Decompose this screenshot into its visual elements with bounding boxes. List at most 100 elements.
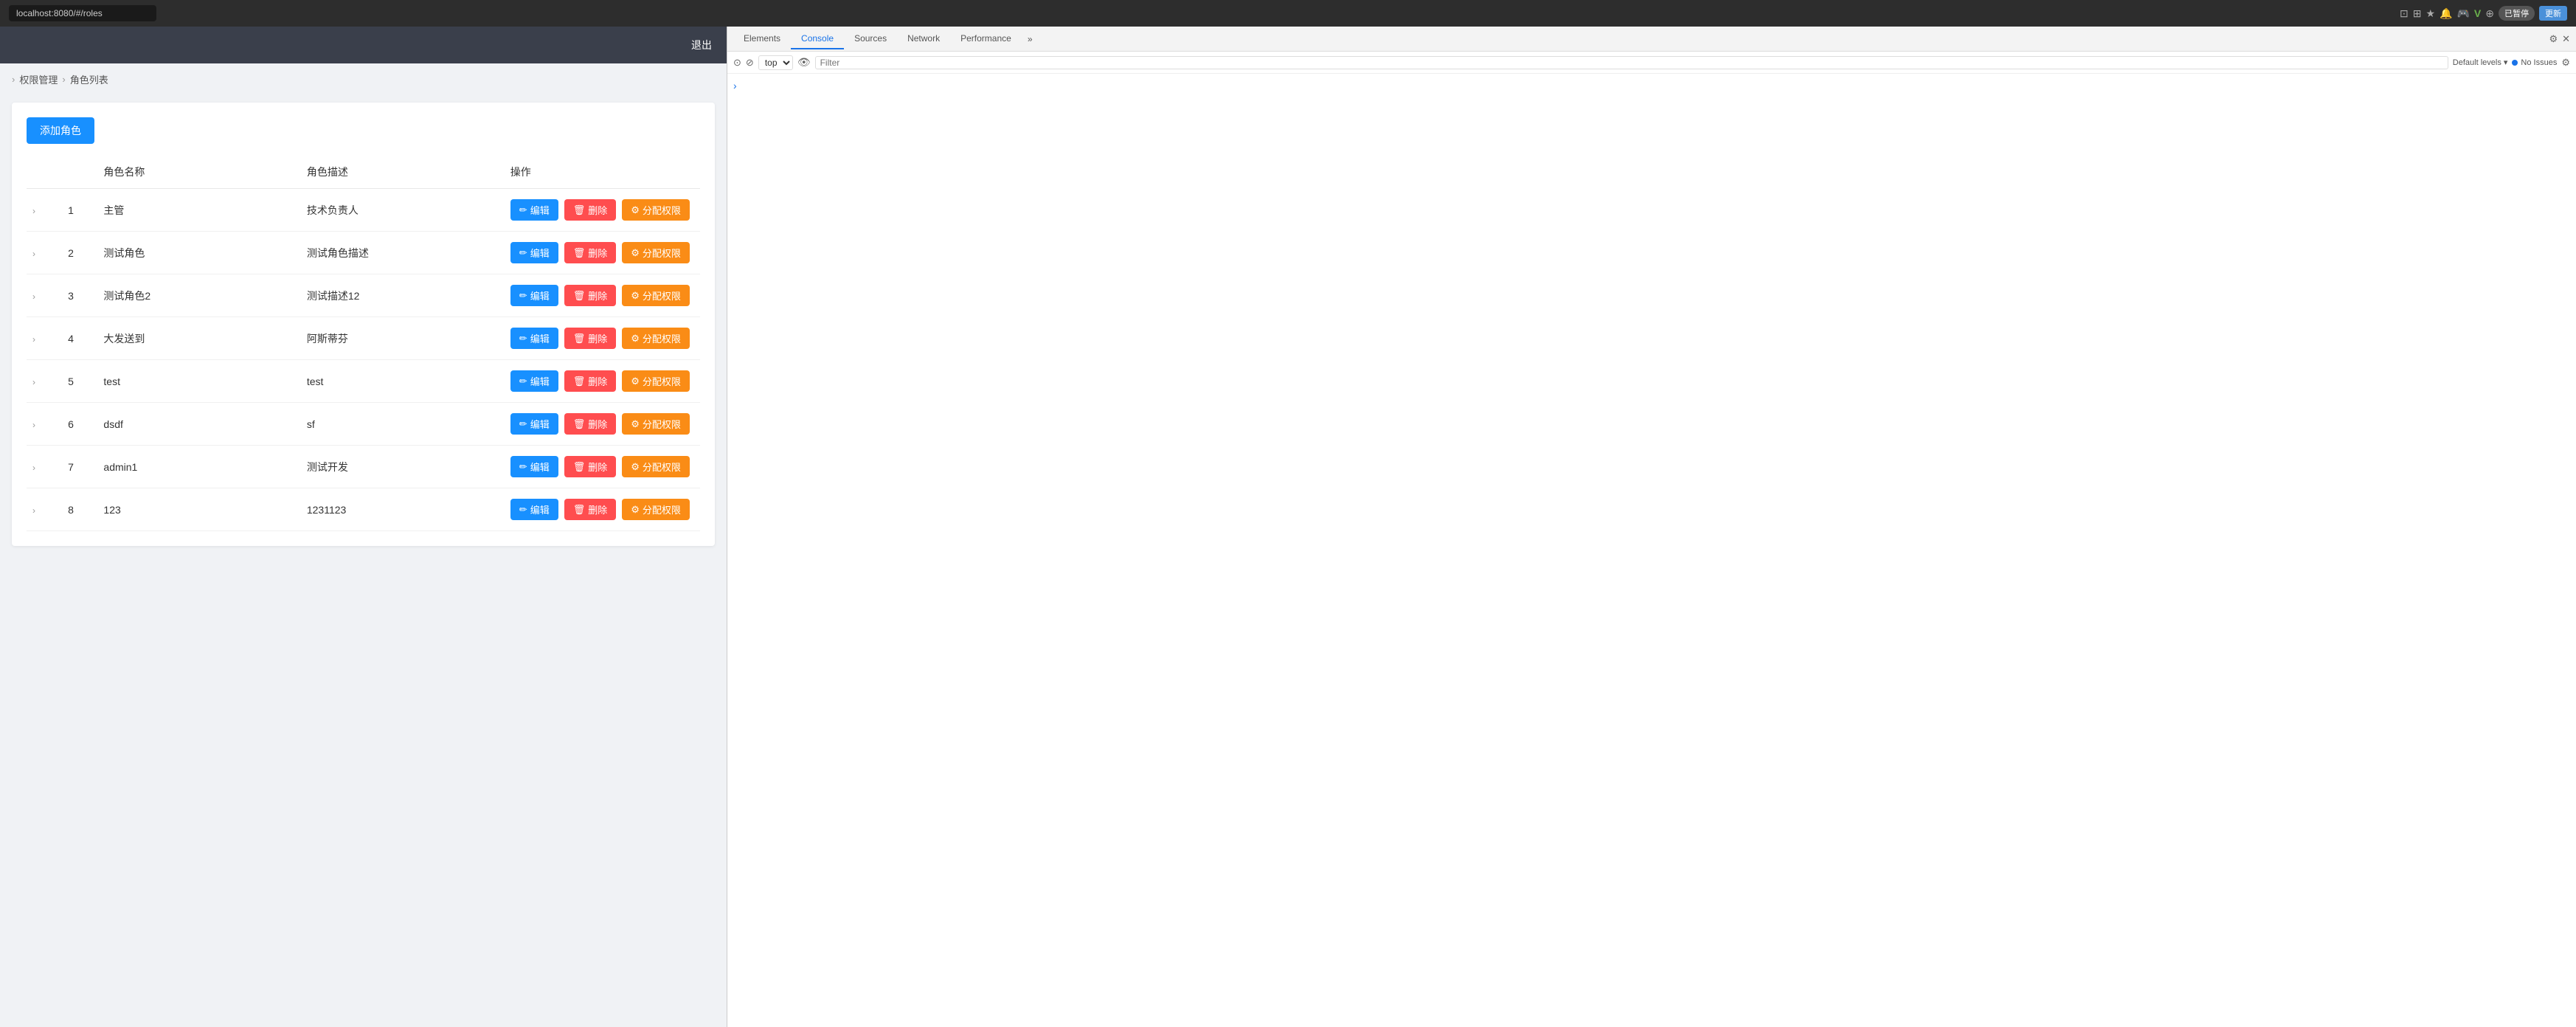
devtools-close-icon[interactable]: ✕ [2562, 33, 2570, 45]
browser-icon-1[interactable]: ⊡ [2400, 7, 2409, 20]
edit-button[interactable]: ✏ 编辑 [510, 499, 558, 520]
delete-button[interactable]: 🗑 删除 [564, 328, 617, 349]
update-button[interactable]: 更新 [2539, 6, 2567, 21]
row-actions: ✏ 编辑 🗑 删除 ⚙ 分配权限 [505, 403, 700, 446]
browser-icon-2[interactable]: ⊞ [2413, 7, 2422, 20]
browser-icon-v[interactable]: V [2474, 7, 2481, 19]
row-actions: ✏ 编辑 🗑 删除 ⚙ 分配权限 [505, 360, 700, 403]
delete-button[interactable]: 🗑 删除 [564, 199, 617, 221]
add-role-button[interactable]: 添加角色 [27, 117, 94, 144]
edit-button[interactable]: ✏ 编辑 [510, 370, 558, 392]
assign-button[interactable]: ⚙ 分配权限 [622, 328, 690, 349]
delete-icon: 🗑 [573, 290, 586, 302]
browser-icon-ext[interactable]: ⊕ [2485, 7, 2494, 20]
row-role-name: 123 [97, 488, 300, 531]
assign-button[interactable]: ⚙ 分配权限 [622, 285, 690, 306]
row-expand-arrow[interactable]: › [27, 189, 62, 232]
no-issues-label: No Issues [2521, 58, 2557, 67]
table-row: › 4 大发送到 阿斯蒂芬 ✏ 编辑 🗑 删除 ⚙ 分配权限 [27, 317, 700, 360]
edit-button[interactable]: ✏ 编辑 [510, 456, 558, 477]
row-role-desc: sf [301, 403, 505, 446]
row-role-desc: 1231123 [301, 488, 505, 531]
devtools-settings-tab-icon[interactable]: ⚙ [2549, 33, 2558, 45]
tab-sources[interactable]: Sources [844, 29, 897, 49]
console-block-icon[interactable]: ⊘ [746, 57, 754, 69]
row-actions: ✏ 编辑 🗑 删除 ⚙ 分配权限 [505, 446, 700, 488]
row-expand-arrow[interactable]: › [27, 360, 62, 403]
row-id: 8 [62, 488, 97, 531]
console-prompt-chevron[interactable]: › [733, 80, 737, 91]
devtools-eye-icon[interactable]: 👁 [797, 56, 811, 69]
row-role-desc: 测试开发 [301, 446, 505, 488]
table-row: › 5 test test ✏ 编辑 🗑 删除 ⚙ 分配权限 [27, 360, 700, 403]
devtools-filter-input[interactable] [815, 56, 2448, 69]
console-inspect-icon[interactable]: ⊙ [733, 57, 741, 69]
delete-button[interactable]: 🗑 删除 [564, 285, 617, 306]
row-expand-arrow[interactable]: › [27, 274, 62, 317]
row-expand-arrow[interactable]: › [27, 446, 62, 488]
roles-card: 添加角色 角色名称 角色描述 操作 › 1 主管 [12, 103, 715, 546]
user-badge: 已暂停 [2499, 6, 2535, 21]
table-row: › 1 主管 技术负责人 ✏ 编辑 🗑 删除 ⚙ 分配权限 [27, 189, 700, 232]
browser-icons: ⊡ ⊞ ★ 🔔 🎮 V ⊕ 已暂停 更新 [2400, 6, 2567, 21]
delete-button[interactable]: 🗑 删除 [564, 456, 617, 477]
delete-icon: 🗑 [573, 461, 586, 473]
table-row: › 6 dsdf sf ✏ 编辑 🗑 删除 ⚙ 分配权限 [27, 403, 700, 446]
edit-button[interactable]: ✏ 编辑 [510, 285, 558, 306]
tab-elements[interactable]: Elements [733, 29, 791, 49]
main-container: 退出 › 权限管理 › 角色列表 添加角色 角色名称 角色描述 [0, 27, 2576, 1027]
assign-button[interactable]: ⚙ 分配权限 [622, 242, 690, 263]
edit-button[interactable]: ✏ 编辑 [510, 242, 558, 263]
th-role-desc: 角色描述 [301, 156, 505, 189]
delete-icon: 🗑 [573, 418, 586, 430]
assign-icon: ⚙ [631, 418, 640, 430]
tab-console[interactable]: Console [791, 29, 844, 49]
row-role-name: dsdf [97, 403, 300, 446]
devtools-context-select[interactable]: top [758, 55, 793, 70]
delete-button[interactable]: 🗑 删除 [564, 413, 617, 435]
row-role-name: test [97, 360, 300, 403]
row-expand-arrow[interactable]: › [27, 403, 62, 446]
logout-button[interactable]: 退出 [691, 38, 712, 52]
delete-button[interactable]: 🗑 删除 [564, 242, 617, 263]
edit-button[interactable]: ✏ 编辑 [510, 199, 558, 221]
devtools-more-icon[interactable]: » [1022, 34, 1039, 44]
edit-button[interactable]: ✏ 编辑 [510, 328, 558, 349]
row-expand-arrow[interactable]: › [27, 317, 62, 360]
assign-icon: ⚙ [631, 461, 640, 473]
tab-network[interactable]: Network [897, 29, 950, 49]
delete-button[interactable]: 🗑 删除 [564, 499, 617, 520]
table-header-row: 角色名称 角色描述 操作 [27, 156, 700, 189]
tab-performance[interactable]: Performance [950, 29, 1022, 49]
assign-icon: ⚙ [631, 376, 640, 387]
edit-icon: ✏ [519, 504, 527, 516]
browser-icon-game[interactable]: 🎮 [2456, 7, 2469, 20]
row-id: 2 [62, 232, 97, 274]
breadcrumb-chevron: › [12, 74, 15, 85]
edit-icon: ✏ [519, 418, 527, 430]
browser-icon-star[interactable]: ★ [2426, 7, 2435, 20]
row-expand-arrow[interactable]: › [27, 488, 62, 531]
devtools-levels-select[interactable]: Default levels ▾ [2453, 58, 2508, 67]
breadcrumb-root[interactable]: 权限管理 [19, 72, 58, 86]
row-id: 1 [62, 189, 97, 232]
assign-button[interactable]: ⚙ 分配权限 [622, 370, 690, 392]
delete-button[interactable]: 🗑 删除 [564, 370, 617, 392]
row-id: 7 [62, 446, 97, 488]
delete-icon: 🗑 [573, 333, 586, 345]
delete-icon: 🗑 [573, 204, 586, 216]
roles-table: 角色名称 角色描述 操作 › 1 主管 技术负责人 ✏ 编辑 [27, 156, 700, 531]
devtools-no-issues: No Issues [2512, 58, 2557, 67]
assign-button[interactable]: ⚙ 分配权限 [622, 499, 690, 520]
assign-button[interactable]: ⚙ 分配权限 [622, 413, 690, 435]
browser-bar: localhost:8080/#/roles ⊡ ⊞ ★ 🔔 🎮 V ⊕ 已暂停… [0, 0, 2576, 27]
assign-button[interactable]: ⚙ 分配权限 [622, 199, 690, 221]
row-expand-arrow[interactable]: › [27, 232, 62, 274]
breadcrumb-separator: › [62, 74, 65, 85]
devtools-settings-icon[interactable]: ⚙ [2561, 57, 2570, 69]
row-role-desc: test [301, 360, 505, 403]
edit-icon: ✏ [519, 290, 527, 302]
assign-button[interactable]: ⚙ 分配权限 [622, 456, 690, 477]
edit-button[interactable]: ✏ 编辑 [510, 413, 558, 435]
browser-icon-bell[interactable]: 🔔 [2440, 7, 2452, 20]
